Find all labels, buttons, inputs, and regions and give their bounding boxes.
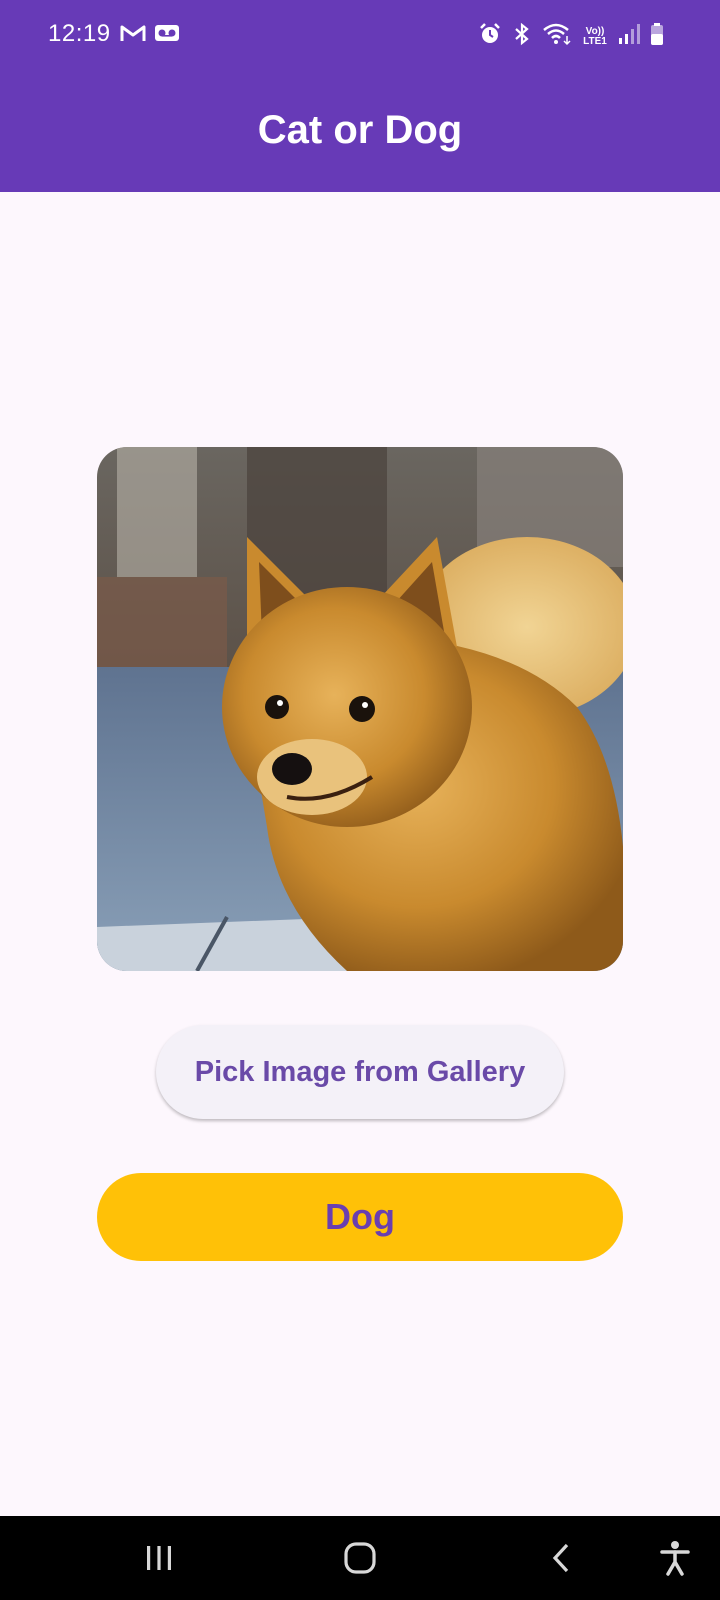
back-icon[interactable]	[531, 1530, 591, 1586]
app-title: Cat or Dog	[257, 107, 463, 152]
app-bar: Cat or Dog	[0, 72, 720, 192]
dog-photo	[97, 447, 623, 971]
voicemail-icon	[154, 23, 180, 48]
battery-icon	[650, 22, 664, 51]
wifi-icon	[542, 22, 572, 51]
volte-icon: Vo)) LTE1	[583, 25, 607, 47]
pick-image-button[interactable]: Pick Image from Gallery	[156, 1025, 564, 1119]
selected-image	[97, 447, 623, 971]
recents-icon[interactable]	[129, 1530, 189, 1586]
navigation-bar	[0, 1516, 720, 1600]
result-label: Dog	[97, 1173, 623, 1261]
accessibility-icon[interactable]	[645, 1530, 705, 1586]
status-time: 12:19	[48, 20, 111, 47]
home-icon[interactable]	[330, 1530, 390, 1586]
status-bar: 12:19 Vo)) LTE1	[0, 0, 720, 72]
gmail-icon	[120, 23, 146, 48]
signal-icon	[618, 23, 640, 50]
bluetooth-icon	[512, 22, 532, 51]
alarm-icon	[478, 22, 502, 51]
